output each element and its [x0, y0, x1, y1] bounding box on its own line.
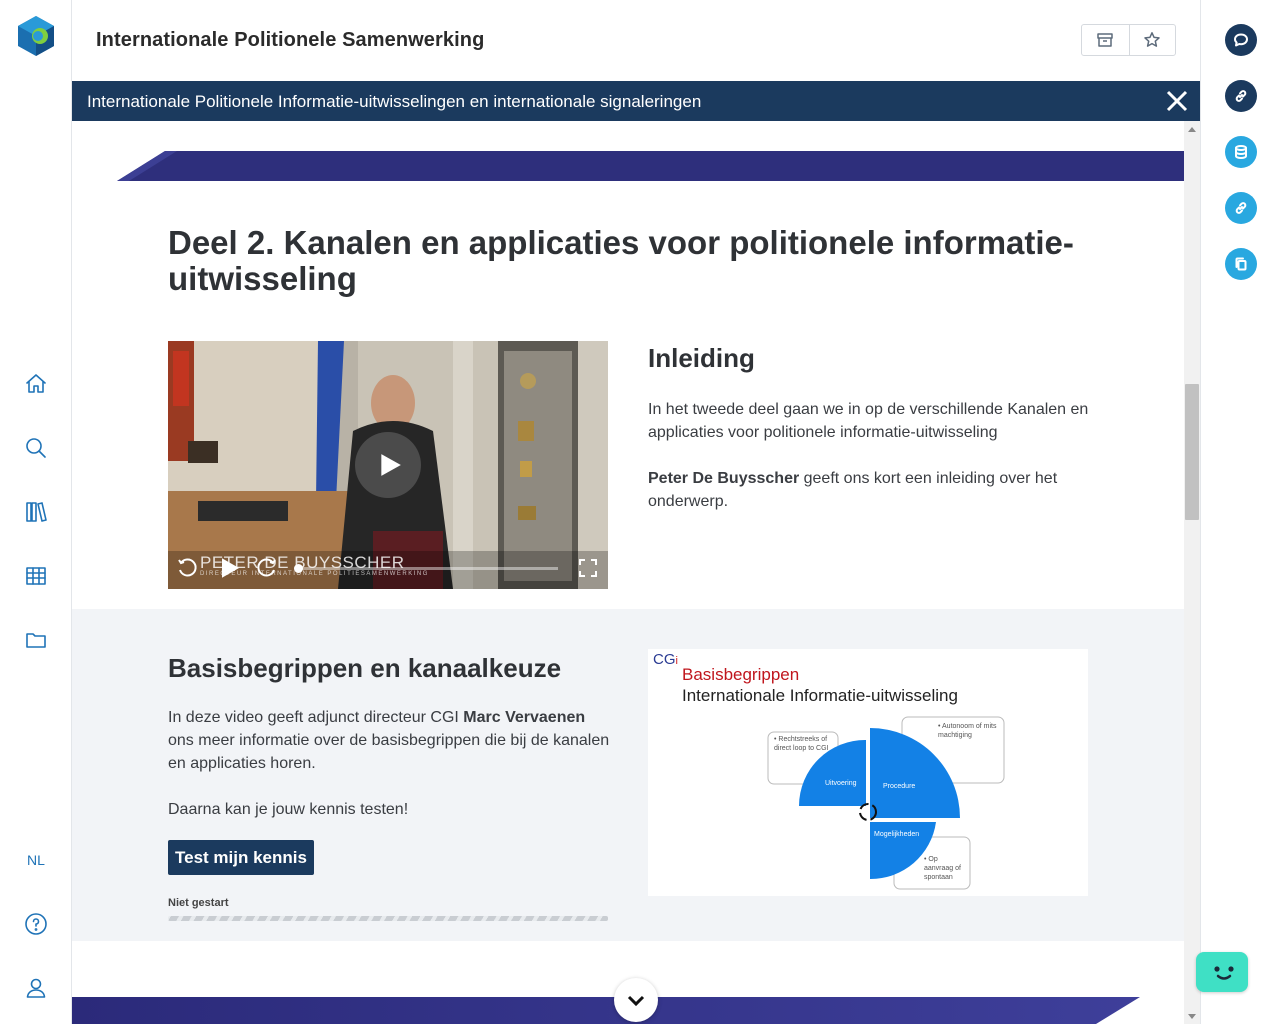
basis-video-thumbnail[interactable]: CGi Basisbegrippen Internationale Inform…	[648, 649, 1088, 896]
course-header: Internationale Politionele Informatie-ui…	[72, 81, 1200, 121]
intro-paragraph: In het tweede deel gaan we in op de vers…	[648, 401, 1089, 441]
scroll-down-arrow[interactable]	[1188, 1014, 1196, 1019]
chat-icon	[1234, 33, 1248, 47]
link-dark-button[interactable]	[1225, 80, 1257, 112]
archive-icon	[1097, 33, 1113, 47]
copy-icon	[1235, 257, 1247, 271]
help-button[interactable]	[18, 906, 54, 942]
scrollbar-thumb[interactable]	[1185, 384, 1199, 520]
home-button[interactable]	[18, 366, 54, 402]
forward-15-icon	[257, 558, 276, 577]
grid-button[interactable]	[18, 558, 54, 594]
slide-logo-suffix: i	[675, 655, 678, 667]
folder-icon	[26, 633, 46, 648]
play-small-icon	[222, 558, 240, 578]
favorite-button[interactable]	[1128, 25, 1176, 55]
basis-text-pre: In deze video geeft adjunct directeur CG…	[168, 709, 464, 726]
help-icon	[25, 913, 47, 935]
slide-logo-text: CG	[653, 651, 676, 668]
library-button[interactable]	[18, 494, 54, 530]
search-icon	[26, 438, 46, 458]
intro-heading: Inleiding	[648, 343, 755, 373]
course-title: Internationale Politionele Informatie-ui…	[87, 92, 702, 111]
chevron-down-icon	[627, 995, 645, 1007]
decorative-banner-top	[117, 151, 1184, 181]
star-icon	[1144, 32, 1160, 47]
bot-icon	[1214, 966, 1234, 980]
slide-logo: CGi	[653, 651, 678, 668]
slide-title: Basisbegrippen	[682, 665, 800, 684]
app-logo[interactable]	[14, 14, 58, 58]
video-play-control[interactable]	[218, 557, 240, 579]
quadrant-label-3: Mogelijkheden	[874, 831, 920, 838]
left-rail: NL	[0, 0, 72, 1024]
content-area: Deel 2. Kanalen en applicaties voor poli…	[72, 121, 1184, 1024]
basis-person: Marc Vervaenen	[463, 709, 586, 726]
profile-button[interactable]	[18, 970, 54, 1006]
link-icon	[1235, 202, 1247, 214]
quadrant-label-1: Uitvoering	[825, 780, 857, 787]
intro-speaker: Peter De Buysscher	[648, 470, 800, 487]
header-actions	[1081, 24, 1176, 56]
books-icon	[26, 502, 47, 522]
chat-button[interactable]	[1225, 24, 1257, 56]
quadrant-label-2: Procedure	[883, 783, 916, 790]
content-scrollbar[interactable]	[1184, 121, 1200, 1024]
basis-heading: Basisbegrippen en kanaalkeuze	[168, 653, 562, 683]
link-button[interactable]	[1225, 192, 1257, 224]
basis-paragraph: In deze video geeft adjunct directeur CG…	[168, 706, 613, 775]
home-icon	[26, 374, 46, 393]
test-knowledge-button[interactable]: Test mijn kennis	[168, 840, 314, 875]
user-icon	[26, 978, 46, 998]
play-button[interactable]	[355, 432, 421, 498]
intro-speaker-paragraph: Peter De Buysscher geeft ons kort een in…	[648, 467, 1098, 513]
assistant-bot-button[interactable]	[1196, 952, 1248, 992]
slide-subtitle: Internationale Informatie-uitwisseling	[682, 686, 958, 705]
top-bar: Internationale Politionele Samenwerking	[72, 0, 1200, 81]
basis-paragraph-2: Daarna kan je jouw kennis testen!	[168, 801, 409, 818]
fullscreen-icon	[579, 559, 597, 577]
archive-button[interactable]	[1082, 25, 1129, 55]
right-rail	[1200, 0, 1280, 1024]
close-button[interactable]	[1162, 86, 1192, 116]
slide-note-2: • Rechtstreeks of direct loop to CGI	[774, 736, 829, 752]
skip-forward-button[interactable]	[256, 557, 278, 579]
page-title: Internationale Politionele Samenwerking	[96, 29, 485, 51]
grid-icon	[26, 567, 46, 585]
rewind-15-icon	[178, 558, 197, 577]
video-progress-handle[interactable]	[294, 564, 303, 573]
quiz-progress-bar	[168, 916, 608, 921]
scroll-down-button[interactable]	[614, 978, 658, 1022]
quiz-status: Niet gestart	[168, 897, 229, 909]
decorative-banner-bottom	[72, 997, 1140, 1024]
basis-text-post: ons meer informatie over de basisbegripp…	[168, 732, 610, 772]
fullscreen-button[interactable]	[577, 557, 599, 579]
close-icon	[1166, 90, 1188, 112]
section-title: Deel 2. Kanalen en applicaties voor poli…	[168, 224, 1074, 297]
slide-note-1: • Autonoom of mits machtiging	[938, 723, 997, 739]
scroll-up-arrow[interactable]	[1188, 127, 1196, 132]
database-button[interactable]	[1225, 136, 1257, 168]
folder-button[interactable]	[18, 622, 54, 658]
language-switch[interactable]: NL	[0, 852, 72, 868]
database-icon	[1235, 145, 1247, 159]
copy-button[interactable]	[1225, 248, 1257, 280]
slide-note-3: • Op aanvraag of spontaan	[924, 856, 961, 881]
link-icon	[1235, 90, 1247, 102]
search-button[interactable]	[18, 430, 54, 466]
skip-back-button[interactable]	[176, 557, 198, 579]
play-icon	[381, 454, 401, 476]
video-progress-bar[interactable]	[298, 567, 558, 570]
intro-video[interactable]: PETER DE BUYSSCHER DIRECTEUR INTERNATION…	[168, 341, 608, 589]
